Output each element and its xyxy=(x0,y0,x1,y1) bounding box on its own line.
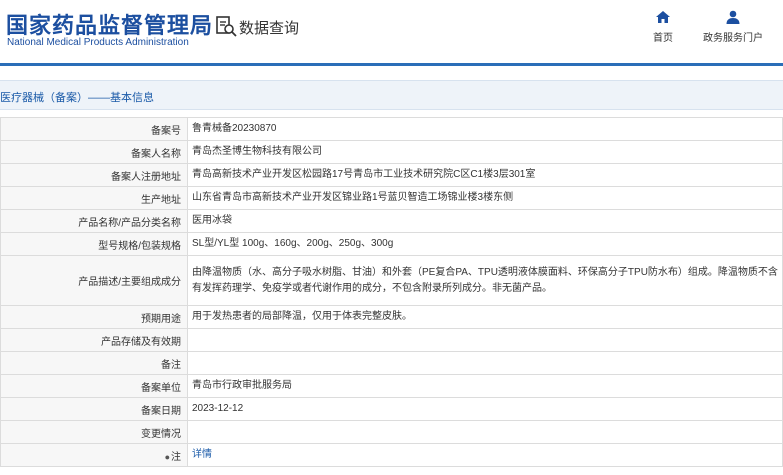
table-row: 备案号 鲁青械备20230870 xyxy=(0,117,783,141)
data-query-title[interactable]: 数据查询 xyxy=(215,15,299,38)
table-row: 备案日期 2023-12-12 xyxy=(0,397,783,421)
row-key: 备案号 xyxy=(0,117,188,141)
row-key: ●注 xyxy=(0,443,188,467)
row-value xyxy=(187,351,783,375)
table-row: 备案单位 青岛市行政审批服务局 xyxy=(0,374,783,398)
row-value: 鲁青械备20230870 xyxy=(187,117,783,141)
row-value: 用于发热患者的局部降温，仅用于体表完整皮肤。 xyxy=(187,305,783,329)
nav-home-label: 首页 xyxy=(653,33,673,44)
table-row: 预期用途 用于发热患者的局部降温，仅用于体表完整皮肤。 xyxy=(0,305,783,329)
row-key: 备案人注册地址 xyxy=(0,163,188,187)
nav-service-portal[interactable]: 政务服务门户 xyxy=(700,10,766,44)
table-row: 备案人名称 青岛杰圣博生物科技有限公司 xyxy=(0,140,783,164)
nav-home[interactable]: 首页 xyxy=(645,10,681,44)
table-row: 生产地址 山东省青岛市高新技术产业开发区锦业路1号蓝贝智造工场锦业楼3楼东侧 xyxy=(0,186,783,210)
row-value: 由降温物质（水、高分子吸水树脂、甘油）和外套（PE复合PA、TPU透明液体膜面料… xyxy=(187,255,783,306)
row-value xyxy=(187,328,783,352)
row-key: 备注 xyxy=(0,351,188,375)
row-key: 变更情况 xyxy=(0,420,188,444)
details-link[interactable]: 详情 xyxy=(192,449,212,460)
site-header: 国家药品监督管理局 National Medical Products Admi… xyxy=(0,0,783,66)
section-header: 医疗器械（备案）——基本信息 xyxy=(0,80,783,110)
row-key: 生产地址 xyxy=(0,186,188,210)
table-row: ●注 详情 xyxy=(0,443,783,467)
row-key: 产品描述/主要组成成分 xyxy=(0,255,188,306)
site-logo-en: National Medical Products Administration xyxy=(7,37,189,48)
row-value: 山东省青岛市高新技术产业开发区锦业路1号蓝贝智造工场锦业楼3楼东侧 xyxy=(187,186,783,210)
row-key: 备案日期 xyxy=(0,397,188,421)
row-value xyxy=(187,420,783,444)
user-icon xyxy=(726,10,740,24)
row-value: 2023-12-12 xyxy=(187,397,783,421)
row-key: 备案单位 xyxy=(0,374,188,398)
table-row: 备注 xyxy=(0,351,783,375)
site-logo-cn[interactable]: 国家药品监督管理局 xyxy=(6,8,213,40)
nav-service-portal-label: 政务服务门户 xyxy=(703,33,763,44)
row-value: 青岛杰圣博生物科技有限公司 xyxy=(187,140,783,164)
row-key: 产品存储及有效期 xyxy=(0,328,188,352)
pin-icon: ● xyxy=(164,451,170,462)
row-key: 预期用途 xyxy=(0,305,188,329)
table-row: 型号规格/包装规格 SL型/YL型 100g、160g、200g、250g、30… xyxy=(0,232,783,256)
row-key: 备案人名称 xyxy=(0,140,188,164)
row-value: 医用冰袋 xyxy=(187,209,783,233)
table-row: 产品描述/主要组成成分 由降温物质（水、高分子吸水树脂、甘油）和外套（PE复合P… xyxy=(0,255,783,306)
table-row: 产品存储及有效期 xyxy=(0,328,783,352)
row-value: 详情 xyxy=(187,443,783,467)
record-detail-table: 备案号 鲁青械备20230870 备案人名称 青岛杰圣博生物科技有限公司 备案人… xyxy=(0,117,783,467)
row-value: 青岛市行政审批服务局 xyxy=(187,374,783,398)
home-icon xyxy=(656,11,670,23)
table-row: 产品名称/产品分类名称 医用冰袋 xyxy=(0,209,783,233)
row-value: SL型/YL型 100g、160g、200g、250g、300g xyxy=(187,232,783,256)
row-value: 青岛高新技术产业开发区松园路17号青岛市工业技术研究院C区C1楼3层301室 xyxy=(187,163,783,187)
row-key: 产品名称/产品分类名称 xyxy=(0,209,188,233)
data-query-label: 数据查询 xyxy=(239,20,300,37)
table-row: 备案人注册地址 青岛高新技术产业开发区松园路17号青岛市工业技术研究院C区C1楼… xyxy=(0,163,783,187)
row-key: 型号规格/包装规格 xyxy=(0,232,188,256)
row-key-label: 注 xyxy=(171,451,181,463)
table-row: 变更情况 xyxy=(0,420,783,444)
data-query-icon xyxy=(216,16,237,37)
section-title: 医疗器械（备案）——基本信息 xyxy=(0,92,154,104)
